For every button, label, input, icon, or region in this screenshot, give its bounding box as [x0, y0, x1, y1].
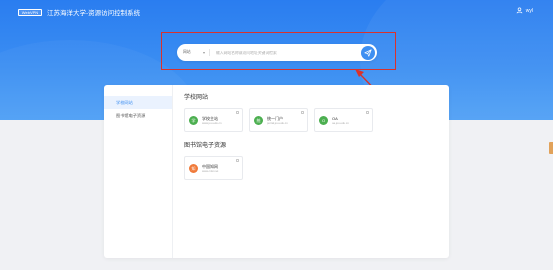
favorite-icon[interactable]	[236, 159, 239, 162]
card-name: 中国知网	[202, 163, 218, 169]
site-icon: O	[319, 115, 328, 125]
category-sidebar: 学校网站 图书馆电子资源	[104, 85, 173, 258]
card-url: www.jou.edu.cn	[202, 120, 222, 125]
section-title-school-sites: 学校网站	[184, 95, 209, 101]
user-icon	[516, 7, 523, 14]
resource-panel: 学校网站 图书馆电子资源 学校网站 学 学校主站 www.jou.edu.cn …	[104, 85, 449, 258]
resource-card[interactable]: O OA oa.jou.edu.cn	[314, 108, 373, 132]
favorite-icon[interactable]	[301, 111, 304, 114]
card-row: 学 学校主站 www.jou.edu.cn 统 统一门户 portal.jou.…	[184, 108, 439, 132]
user-menu[interactable]: wyl	[516, 7, 533, 14]
annotation-highlight-box	[161, 32, 396, 70]
resource-card[interactable]: 知 中国知网 www.cnki.net	[184, 156, 243, 180]
sidebar-item-library-resources[interactable]: 图书馆电子资源	[104, 109, 172, 122]
resource-card[interactable]: 学 学校主站 www.jou.edu.cn	[184, 108, 243, 132]
side-float-tab[interactable]	[549, 142, 553, 154]
site-icon: 知	[189, 163, 198, 173]
site-icon: 学	[189, 115, 198, 125]
resource-card[interactable]: 统 统一门户 portal.jou.edu.cn	[249, 108, 308, 132]
sidebar-item-school-sites[interactable]: 学校网站	[104, 96, 172, 109]
favorite-icon[interactable]	[236, 111, 239, 114]
user-name: wyl	[525, 7, 533, 14]
card-url: www.cnki.net	[202, 168, 219, 173]
section-title-library-resources: 图书馆电子资源	[184, 143, 227, 149]
resource-content: 学校网站 学 学校主站 www.jou.edu.cn 统 统一门户 portal…	[184, 85, 439, 180]
card-row: 知 中国知网 www.cnki.net	[184, 156, 439, 180]
site-icon: 统	[254, 115, 263, 125]
card-url: portal.jou.edu.cn	[267, 120, 288, 125]
card-url: oa.jou.edu.cn	[332, 120, 349, 125]
logo: WebVPN	[18, 9, 42, 16]
favorite-icon[interactable]	[366, 111, 369, 114]
app-title: 江苏海洋大学-资源访问控制系统	[47, 10, 141, 17]
top-bar: WebVPN 江苏海洋大学-资源访问控制系统 wyl	[0, 0, 553, 24]
